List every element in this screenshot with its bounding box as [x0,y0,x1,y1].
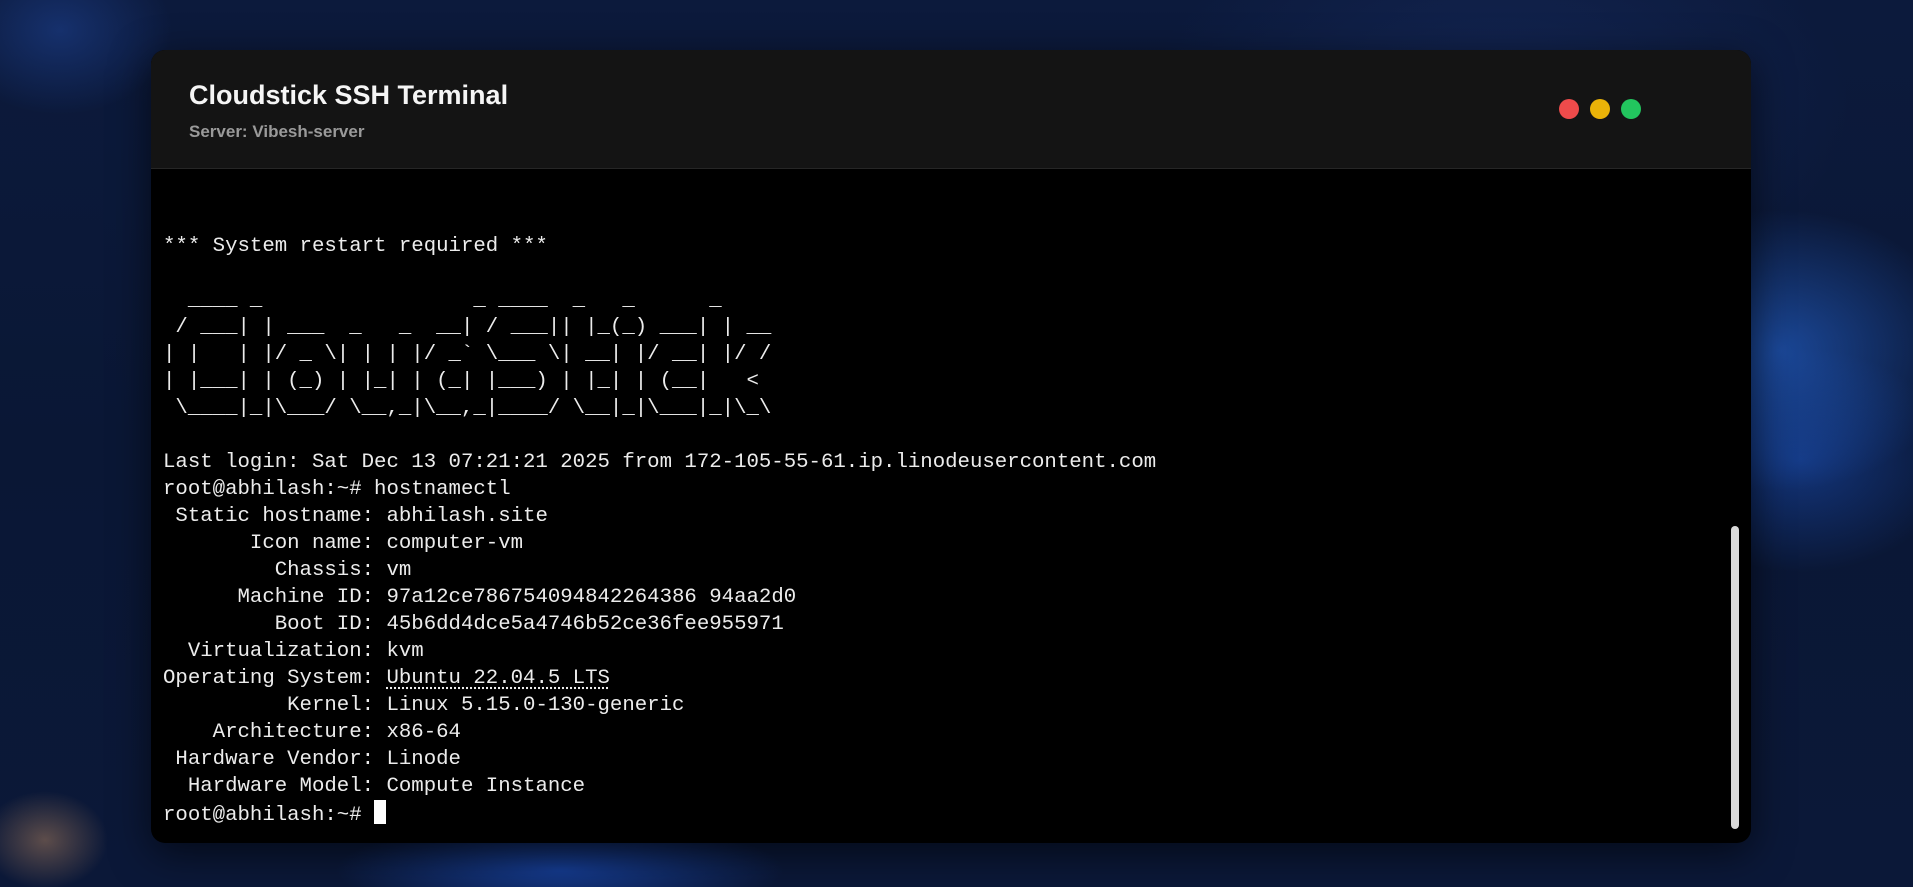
info-label: Hardware Vendor: [163,748,387,771]
terminal-output[interactable]: *** System restart required *** ____ _ _… [163,233,1721,843]
info-value: 97a12ce786754094842264386 94aa2d0 [386,586,797,609]
info-label: Boot ID: [163,613,387,636]
banner-line: | | | |/ _ \| | | |/ _` \___ \| __| |/ _… [163,343,772,366]
info-value: computer-vm [386,532,524,555]
banner-line: / ___| | ___ _ _ __| / ___|| |_(_) ___| … [163,316,772,339]
info-machine-id: Machine ID: 97a12ce786754094842264386 94… [163,584,1721,611]
last-login-line: Last login: Sat Dec 13 07:21:21 2025 fro… [163,451,1157,474]
window-title: Cloudstick SSH Terminal [189,80,509,110]
info-label: Icon name: [163,532,387,555]
info-chassis: Chassis: vm [163,557,1721,584]
command-line: root@abhilash:~# hostnamectl [163,476,1721,503]
window-titlebar: Cloudstick SSH Terminal Server: Vibesh-s… [151,50,1751,169]
window-controls [1559,99,1641,119]
info-value: x86-64 [386,721,461,744]
info-label: Static hostname: [163,505,387,528]
info-kernel: Kernel: Linux 5.15.0-130-generic [163,692,1721,719]
info-value: vm [386,559,412,582]
info-value: 45b6dd4dce5a4746b52ce36fee955971 [386,613,784,636]
minimize-window-button[interactable] [1590,99,1610,119]
info-static-hostname: Static hostname: abhilash.site [163,503,1721,530]
shell-prompt: root@abhilash:~# [163,478,375,501]
text-cursor [374,800,387,824]
restart-notice: *** System restart required *** [163,235,548,258]
info-label: Machine ID: [163,586,387,609]
info-value: kvm [386,640,424,663]
terminal-scrollbar[interactable] [1731,526,1739,829]
info-architecture: Architecture: x86-64 [163,719,1721,746]
input-line[interactable]: root@abhilash:~# [163,800,1721,827]
command-text: hostnamectl [374,478,511,501]
server-subtitle: Server: Vibesh-server [189,122,365,141]
info-label: Chassis: [163,559,387,582]
close-window-button[interactable] [1559,99,1579,119]
maximize-window-button[interactable] [1621,99,1641,119]
info-value: Compute Instance [386,775,586,798]
info-virtualization: Virtualization: kvm [163,638,1721,665]
banner-line: \____|_|\___/ \__,_|\__,_|____/ \__|_|\_… [163,397,772,420]
info-label: Kernel: [163,694,387,717]
info-value-link[interactable]: Ubuntu 22.04.5 LTS [386,667,609,690]
ascii-banner: ____ _ _ ____ _ _ _ / ___| | ___ _ _ __|… [163,287,1721,422]
info-label: Virtualization: [163,640,387,663]
banner-line: | |___| | (_) | |_| | (_| |___) | |_| | … [163,370,759,393]
info-value: Linode [386,748,461,771]
banner-line: ____ _ _ ____ _ _ _ [163,289,722,312]
info-icon-name: Icon name: computer-vm [163,530,1721,557]
info-value: Linux 5.15.0-130-generic [386,694,685,717]
shell-prompt: root@abhilash:~# [163,804,375,827]
info-boot-id: Boot ID: 45b6dd4dce5a4746b52ce36fee95597… [163,611,1721,638]
info-hardware-model: Hardware Model: Compute Instance [163,773,1721,800]
terminal-window: Cloudstick SSH Terminal Server: Vibesh-s… [151,50,1751,843]
info-hardware-vendor: Hardware Vendor: Linode [163,746,1721,773]
info-label: Hardware Model: [163,775,387,798]
info-label: Operating System: [163,667,387,690]
info-value: abhilash.site [386,505,548,528]
info-operating-system: Operating System: Ubuntu 22.04.5 LTS [163,665,1721,692]
info-label: Architecture: [163,721,387,744]
